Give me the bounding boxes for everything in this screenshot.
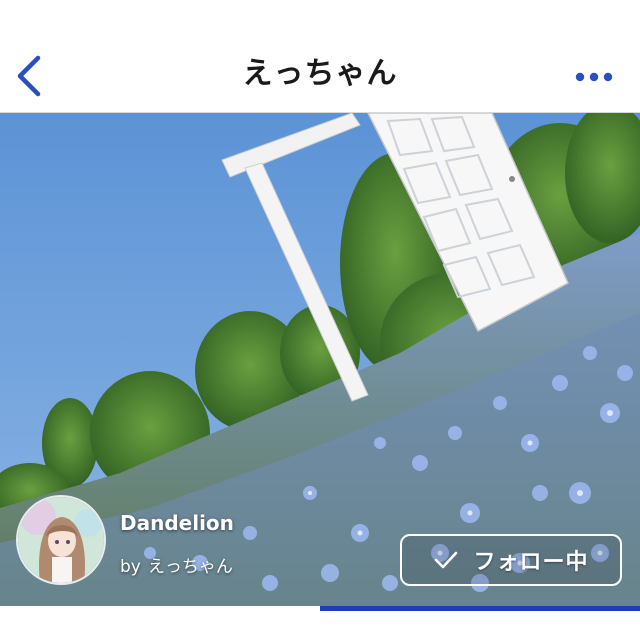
active-tab-indicator (320, 606, 640, 611)
more-options-button[interactable] (572, 62, 616, 92)
following-button-label: フォロー中 (473, 550, 589, 575)
avatar[interactable] (16, 495, 106, 585)
more-horizontal-icon (575, 72, 613, 82)
author-line[interactable]: by えっちゃん (120, 552, 240, 577)
check-icon (435, 551, 458, 569)
album-title[interactable]: Dandelion (120, 511, 234, 535)
author-name[interactable]: えっちゃん (148, 557, 233, 577)
by-prefix: by (120, 557, 141, 577)
page-title: えっちゃん (242, 56, 398, 91)
following-button[interactable]: フォロー中 (400, 534, 622, 586)
app-header: えっちゃん (0, 0, 640, 113)
tab-bar (0, 606, 640, 640)
